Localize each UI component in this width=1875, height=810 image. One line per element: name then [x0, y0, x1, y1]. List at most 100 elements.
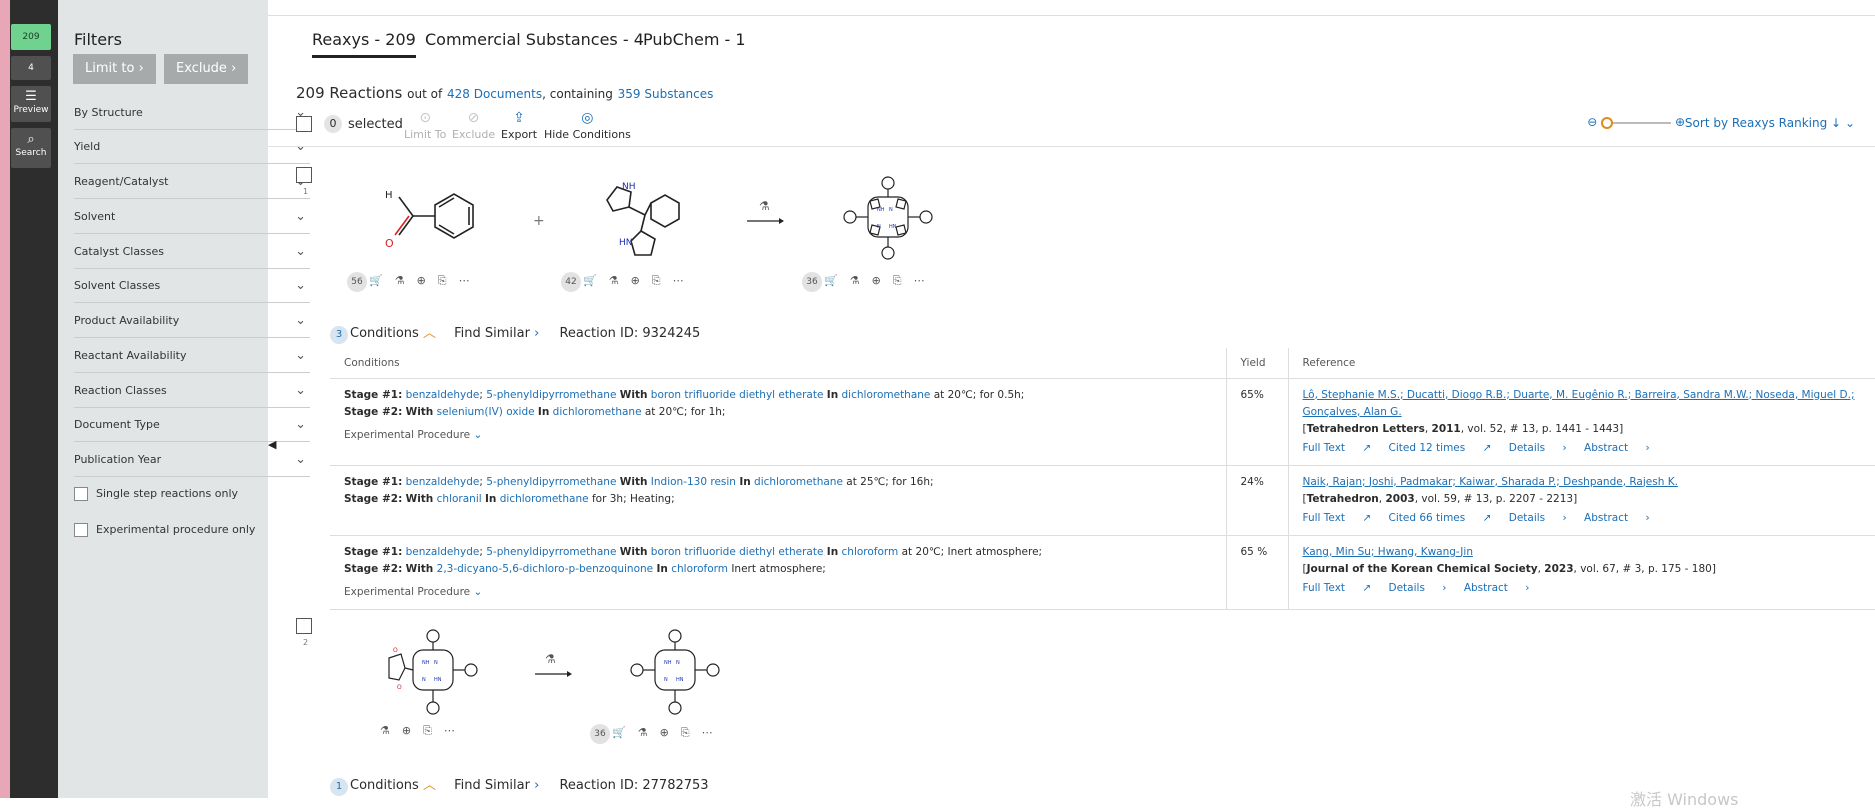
tetraphenylporphyrin-structure[interactable]: NH N N HN [838, 175, 938, 265]
rail-search-button[interactable]: ⌕ Search [11, 128, 51, 168]
more-icon[interactable]: ⋯ [673, 274, 684, 287]
reagent-link[interactable]: 2,3-dicyano-5,6-dichloro-p-benzoquinone [437, 563, 654, 575]
filter-document-type[interactable]: Document Type ⌄ [74, 408, 310, 442]
limit-to-button[interactable]: Limit to › [73, 54, 156, 84]
checkbox[interactable] [74, 523, 88, 537]
full-text-link[interactable]: Full Text ↗ [1303, 582, 1372, 594]
export-action[interactable]: ⇪ Export [501, 110, 537, 141]
reaction-checkbox[interactable] [296, 618, 312, 634]
reagent-link[interactable]: chloranil [437, 493, 482, 505]
zoom-icon[interactable]: ⊕ [417, 274, 426, 287]
abstract-link[interactable]: Abstract › [1584, 512, 1650, 524]
tab-pubchem[interactable]: PubChem - 1 [643, 30, 746, 49]
filter-by-structure[interactable]: By Structure ⌄ [74, 96, 310, 130]
experimental-procedure-toggle[interactable]: Experimental Procedure ⌄ [344, 427, 1212, 444]
hide-conditions-action[interactable]: ◎ Hide Conditions [544, 110, 631, 141]
select-all-checkbox[interactable] [296, 116, 312, 132]
rail-commercial-count[interactable]: 4 [11, 56, 51, 80]
zoom-out-icon[interactable]: ⊖ [1587, 115, 1597, 129]
reagent-link[interactable]: Indion-130 resin [651, 476, 736, 488]
filter-catalyst-classes[interactable]: Catalyst Classes ⌄ [74, 235, 310, 269]
rail-reaxys-count[interactable]: 209 [11, 24, 51, 50]
reagent-link[interactable]: boron trifluoride diethyl etherate [651, 546, 824, 558]
documents-link[interactable]: 428 Documents [447, 87, 542, 101]
authors-link[interactable]: Lô, Stephanie M.S.; Ducatti, Diogo R.B.;… [1303, 389, 1855, 418]
reactant-link[interactable]: benzaldehyde [406, 546, 480, 558]
abstract-link[interactable]: Abstract › [1584, 442, 1650, 454]
solvent-link[interactable]: dichloromethane [754, 476, 843, 488]
more-icon[interactable]: ⋯ [459, 274, 470, 287]
solvent-link[interactable]: dichloromethane [500, 493, 589, 505]
copy-icon[interactable]: ⎘ [893, 274, 902, 287]
filter-solvent[interactable]: Solvent ⌄ [74, 200, 310, 234]
single-step-checkbox[interactable]: Single step reactions only [74, 487, 238, 501]
sort-direction-icon[interactable]: ↓ [1831, 116, 1841, 130]
full-text-link[interactable]: Full Text ↗ [1303, 442, 1372, 454]
conditions-toggle[interactable]: Conditions [350, 326, 419, 341]
cart-icon[interactable]: 🛒 [824, 274, 838, 287]
details-link[interactable]: Details › [1509, 512, 1567, 524]
phenyldipyrromethane-structure[interactable]: NH HN [595, 175, 695, 265]
reaction-arrow[interactable]: ⚗ [745, 197, 785, 227]
flask-icon[interactable]: ⚗ [395, 274, 405, 287]
details-link[interactable]: Details › [1389, 582, 1447, 594]
occurrence-badge[interactable]: 56 [347, 272, 367, 292]
solvent-link[interactable]: chloroform [671, 563, 728, 575]
zoom-in-icon[interactable]: ⊕ [1675, 115, 1685, 129]
cart-icon[interactable]: 🛒 [583, 274, 597, 287]
reactant-link[interactable]: benzaldehyde [406, 389, 480, 401]
details-link[interactable]: Details › [1509, 442, 1567, 454]
reaction-checkbox[interactable] [296, 167, 312, 183]
flask-icon[interactable]: ⚗ [609, 274, 619, 287]
limit-to-action[interactable]: ⊙ Limit To [404, 110, 446, 141]
authors-link[interactable]: Naik, Rajan; Joshi, Padmakar; Kaiwar, Sh… [1303, 476, 1678, 488]
reagent-link[interactable]: selenium(IV) oxide [437, 406, 535, 418]
cart-icon[interactable]: 🛒 [612, 726, 626, 739]
starting-porphyrin-structure[interactable]: O O NH N N HN [383, 628, 483, 718]
zoom-control[interactable]: ⊖ ⊕ [1587, 115, 1685, 129]
more-icon[interactable]: ⋯ [914, 274, 925, 287]
authors-link[interactable]: Kang, Min Su; Hwang, Kwang-Jin [1303, 546, 1473, 558]
filter-reaction-classes[interactable]: Reaction Classes ⌄ [74, 374, 310, 408]
copy-icon[interactable]: ⎘ [652, 274, 661, 287]
reagent-link[interactable]: boron trifluoride diethyl etherate [651, 389, 824, 401]
zoom-icon[interactable]: ⊕ [872, 274, 881, 287]
copy-icon[interactable]: ⎘ [681, 726, 690, 739]
cited-by-link[interactable]: Cited 12 times ↗ [1389, 442, 1492, 454]
find-similar-link[interactable]: Find Similar [454, 326, 530, 341]
experimental-procedure-checkbox[interactable]: Experimental procedure only [74, 523, 255, 537]
reactant-link[interactable]: benzaldehyde [406, 476, 480, 488]
solvent-link[interactable]: chloroform [842, 546, 899, 558]
conditions-toggle[interactable]: Conditions [350, 778, 419, 793]
flask-icon[interactable]: ⚗ [638, 726, 648, 739]
substances-link[interactable]: 359 Substances [618, 87, 714, 101]
occurrence-badge[interactable]: 36 [802, 272, 822, 292]
sort-dropdown[interactable]: Sort by Reaxys Ranking ↓ ⌄ [1685, 116, 1855, 130]
experimental-procedure-toggle[interactable]: Experimental Procedure ⌄ [344, 584, 1212, 601]
solvent-link[interactable]: dichloromethane [553, 406, 642, 418]
copy-icon[interactable]: ⎘ [438, 274, 447, 287]
benzaldehyde-structure[interactable]: H O [370, 185, 485, 255]
cart-icon[interactable]: 🛒 [369, 274, 383, 287]
chevron-up-icon[interactable]: ︿ [423, 778, 436, 793]
cited-by-link[interactable]: Cited 66 times ↗ [1389, 512, 1492, 524]
occurrence-badge[interactable]: 42 [561, 272, 581, 292]
filter-reactant-availability[interactable]: Reactant Availability ⌄ [74, 339, 310, 373]
exclude-button[interactable]: Exclude › [164, 54, 249, 84]
reactant-link[interactable]: 5-phenyldipyrromethane [486, 476, 616, 488]
zoom-icon[interactable]: ⊕ [660, 726, 669, 739]
filter-solvent-classes[interactable]: Solvent Classes ⌄ [74, 269, 310, 303]
zoom-knob[interactable] [1601, 116, 1614, 129]
filter-product-availability[interactable]: Product Availability ⌄ [74, 304, 310, 338]
reaction-arrow[interactable]: ⚗ [533, 650, 573, 680]
checkbox[interactable] [74, 487, 88, 501]
reactant-link[interactable]: 5-phenyldipyrromethane [486, 389, 616, 401]
occurrence-badge[interactable]: 36 [590, 724, 610, 744]
filter-reagent-catalyst[interactable]: Reagent/Catalyst⌄ [74, 165, 310, 199]
abstract-link[interactable]: Abstract › [1464, 582, 1530, 594]
chevron-up-icon[interactable]: ︿ [423, 326, 436, 341]
tab-reaxys[interactable]: Reaxys - 209 [312, 30, 416, 58]
tetraphenylporphyrin-structure[interactable]: NH N N HN [625, 628, 725, 718]
zoom-icon[interactable]: ⊕ [402, 724, 411, 737]
flask-icon[interactable]: ⚗ [850, 274, 860, 287]
